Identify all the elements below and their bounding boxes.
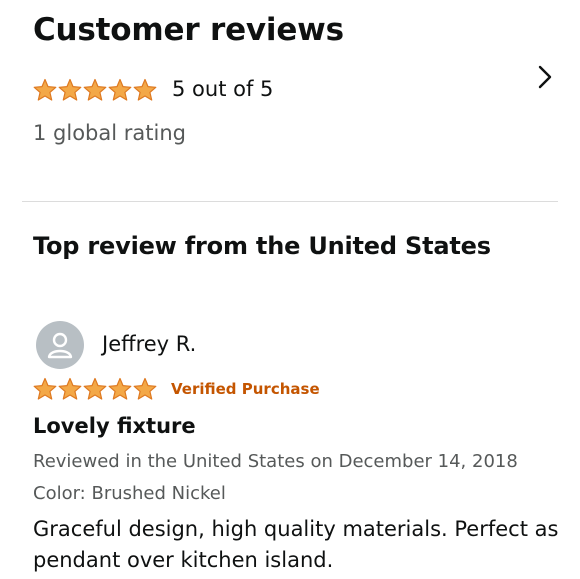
star-icon <box>133 78 157 101</box>
global-rating-count: 1 global rating <box>33 121 186 145</box>
star-icon <box>108 377 132 400</box>
see-all-reviews-chevron[interactable] <box>532 64 558 90</box>
star-icon <box>83 78 107 101</box>
review-variant: Color: Brushed Nickel <box>33 483 226 504</box>
reviewer-avatar[interactable] <box>36 321 84 369</box>
review-body: Graceful design, high quality materials.… <box>33 517 559 572</box>
chevron-right-icon <box>538 65 552 89</box>
star-icon <box>83 377 107 400</box>
rating-summary[interactable]: 5 out of 5 <box>172 77 273 101</box>
star-icon <box>33 78 57 101</box>
star-icon <box>58 377 82 400</box>
review-star-rating <box>33 377 157 401</box>
review-title: Lovely fixture <box>33 414 196 438</box>
verified-purchase-badge: Verified Purchase <box>171 380 320 398</box>
reviewer-name[interactable]: Jeffrey R. <box>102 332 196 356</box>
star-icon <box>133 377 157 400</box>
customer-reviews-title: Customer reviews <box>33 12 344 48</box>
user-avatar-icon <box>47 332 73 359</box>
overall-star-rating <box>33 78 157 102</box>
star-icon <box>58 78 82 101</box>
star-icon <box>33 377 57 400</box>
top-review-heading: Top review from the United States <box>33 232 491 260</box>
section-divider <box>22 201 558 202</box>
star-icon <box>108 78 132 101</box>
review-meta: Reviewed in the United States on Decembe… <box>33 451 518 472</box>
